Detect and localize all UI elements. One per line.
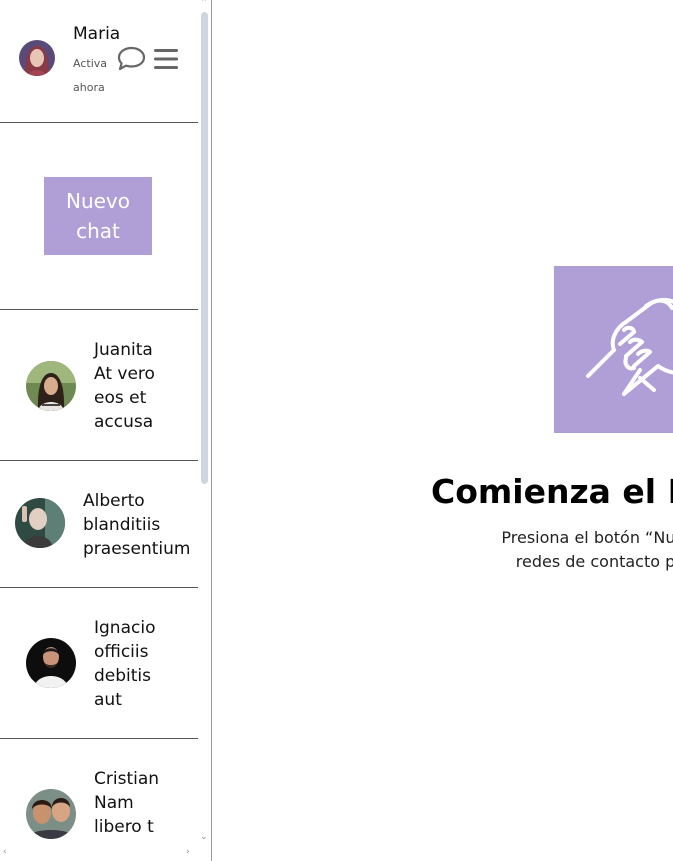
user-avatar[interactable]	[19, 40, 55, 76]
sidebar-content: Maria Activa ahora Nuevo chat Juanita At…	[0, 0, 198, 861]
contact-item[interactable]: Alberto blanditiis praesentium	[0, 461, 198, 588]
menu-icon[interactable]	[153, 47, 179, 71]
sidebar-scrollbar[interactable]: ⌃ ⌄	[198, 0, 211, 861]
profile-name: Maria	[73, 24, 121, 44]
chat-bubble-icon[interactable]	[117, 46, 146, 72]
contact-item[interactable]: Cristian Nam libero t	[0, 739, 198, 861]
sidebar: Maria Activa ahora Nuevo chat Juanita At…	[0, 0, 212, 861]
contact-name: Cristian	[94, 769, 160, 789]
new-chat-button[interactable]: Nuevo chat	[44, 177, 152, 255]
contact-preview: officiis debitis aut	[94, 642, 152, 710]
scroll-left-icon[interactable]: ‹	[3, 847, 7, 857]
contact-avatar	[26, 361, 76, 411]
contact-item[interactable]: Ignacio officiis debitis aut	[0, 588, 198, 739]
contact-item[interactable]: Juanita At vero eos et accusa	[0, 310, 198, 461]
scroll-right-icon[interactable]: ›	[186, 847, 190, 857]
contact-preview: Nam libero t	[94, 793, 154, 837]
contact-name: Juanita	[94, 340, 153, 360]
contact-avatar	[15, 498, 65, 548]
contact-avatar	[26, 789, 76, 839]
contact-preview: blanditiis praesentium	[83, 515, 191, 559]
welcome-description-line: redes de contacto para tu empr	[515, 552, 673, 571]
scroll-down-icon[interactable]: ⌄	[200, 832, 208, 842]
welcome-description-line: Presiona el botón “Nuevo chat” par	[501, 528, 673, 547]
profile-header: Maria Activa ahora	[0, 0, 198, 123]
contact-preview: At vero eos et accusa	[94, 364, 155, 432]
contact-avatar	[26, 638, 76, 688]
main-panel: Comienza el N Presiona el botón “Nuevo c…	[213, 0, 673, 861]
contact-name: Alberto	[83, 491, 145, 511]
welcome-description: Presiona el botón “Nuevo chat” par redes…	[363, 526, 673, 574]
profile-status: Activa ahora	[73, 57, 107, 94]
welcome-title: Comienza el N	[431, 472, 673, 511]
sidebar-horizontal-scrollbar[interactable]: ‹ ›	[0, 846, 198, 861]
handshake-icon	[554, 266, 673, 433]
scrollbar-thumb[interactable]	[201, 12, 208, 484]
contact-name: Ignacio	[94, 618, 156, 638]
scroll-up-icon[interactable]: ⌃	[200, 0, 208, 8]
new-chat-section: Nuevo chat	[0, 123, 198, 310]
